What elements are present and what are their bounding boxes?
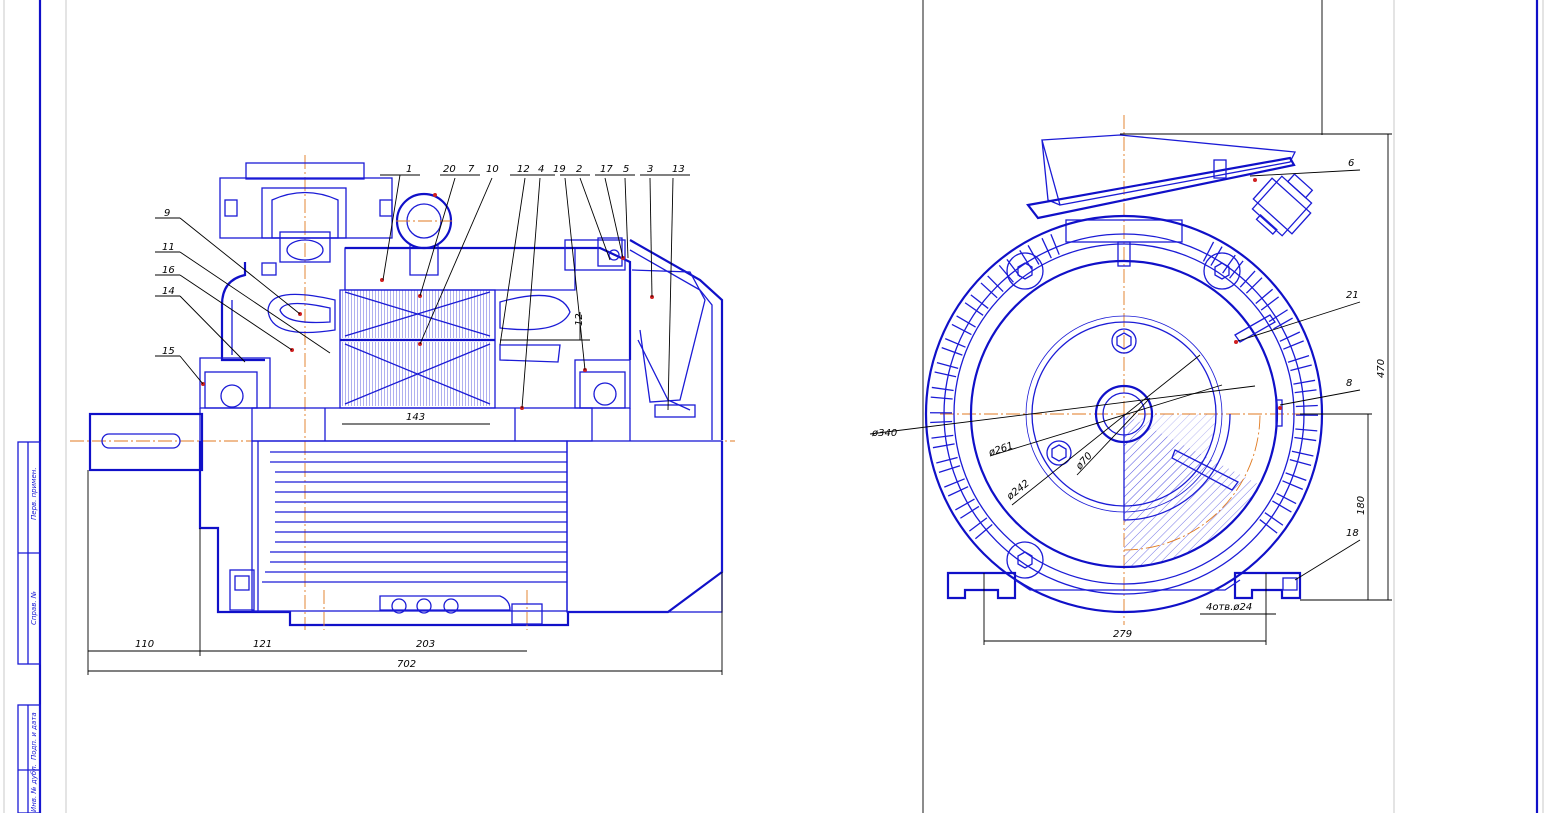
frame-fin bbox=[931, 434, 954, 439]
frame-fin bbox=[951, 323, 972, 336]
frame-fin bbox=[1290, 364, 1312, 372]
frame-fin bbox=[931, 386, 954, 392]
callout-19: 19 bbox=[553, 164, 566, 175]
frame-fin bbox=[1279, 331, 1301, 342]
stamp-sign-date: Подп. и дата bbox=[30, 712, 38, 760]
frame-fin bbox=[1289, 458, 1312, 467]
cable-gland bbox=[1251, 173, 1314, 237]
dim-180: 180 bbox=[1356, 496, 1367, 515]
frame-fin bbox=[1273, 317, 1293, 330]
frame-fin bbox=[1295, 404, 1318, 408]
stamp-ref-no: Справ. № bbox=[30, 591, 38, 625]
frame-fin bbox=[944, 478, 965, 488]
frame-fin bbox=[941, 347, 963, 356]
callout-18: 18 bbox=[1346, 528, 1359, 539]
dim-279: 279 bbox=[1113, 629, 1132, 640]
dim-143: 143 bbox=[406, 412, 425, 423]
lifting-eye bbox=[395, 192, 453, 276]
frame-fin bbox=[1294, 436, 1317, 442]
frame-fin bbox=[1294, 389, 1317, 394]
frame-fin bbox=[1245, 277, 1263, 294]
end-view: 6 21 8 18 ø340 ø261 ø242 ø70 470 180 279… bbox=[869, 115, 1392, 645]
frame-fin bbox=[947, 486, 969, 497]
frame-fin bbox=[1285, 472, 1307, 481]
callout-21: 21 bbox=[1346, 290, 1359, 301]
frame-fin bbox=[930, 420, 953, 424]
callout-6: 6 bbox=[1348, 158, 1354, 169]
frame-fin bbox=[944, 338, 966, 348]
dim-470: 470 bbox=[1376, 359, 1387, 378]
frame-fin bbox=[1041, 237, 1052, 259]
callout-16: 16 bbox=[162, 265, 175, 276]
dim-d261: ø261 bbox=[987, 441, 1015, 460]
frame-fin bbox=[1282, 480, 1304, 490]
callout-12: 12 bbox=[517, 164, 530, 175]
callout-14: 14 bbox=[162, 286, 175, 297]
callout-11: 11 bbox=[162, 242, 175, 253]
dim-d242: ø242 bbox=[1004, 478, 1031, 503]
frame-fin bbox=[1293, 379, 1316, 385]
callout-2: 2 bbox=[576, 164, 582, 175]
motor-assembly-drawing: Перв. примен. Справ. № Подп. и дата Инв.… bbox=[3, 0, 1544, 813]
dim-110: 110 bbox=[135, 639, 154, 650]
dim-d340: ø340 bbox=[871, 428, 897, 439]
frame-fin bbox=[1295, 428, 1318, 432]
dim-702: 702 bbox=[397, 659, 416, 670]
callout-4: 4 bbox=[538, 164, 544, 175]
dim-12: 12 bbox=[574, 313, 585, 326]
frame-fin bbox=[1291, 450, 1314, 457]
callout-9: 9 bbox=[164, 208, 170, 219]
stamp-first-use: Перв. примен. bbox=[30, 467, 38, 520]
frame-fin bbox=[936, 456, 958, 464]
frame-fin bbox=[987, 275, 1004, 293]
cooling-ribs bbox=[262, 451, 567, 583]
callout-13: 13 bbox=[672, 164, 685, 175]
frame-fin bbox=[934, 371, 957, 378]
dim-holes: 4отв.ø24 bbox=[1206, 602, 1252, 613]
frame-fin bbox=[930, 396, 953, 400]
frame-fin bbox=[932, 443, 955, 449]
callout-1: 1 bbox=[406, 164, 412, 175]
dim-121: 121 bbox=[253, 639, 272, 650]
frame-fin bbox=[1276, 492, 1297, 505]
callout-3: 3 bbox=[647, 164, 653, 175]
frame-fin bbox=[1287, 355, 1310, 363]
side-view: 1 20 7 10 12 4 19 2 17 5 3 13 9 11 16 14… bbox=[70, 155, 735, 675]
callout-20: 20 bbox=[443, 164, 456, 175]
left-stamp-block: Перв. примен. Справ. № Подп. и дата Инв.… bbox=[17, 441, 41, 813]
callout-7: 7 bbox=[468, 164, 475, 175]
callout-8: 8 bbox=[1346, 378, 1352, 389]
frame-fin bbox=[936, 361, 959, 370]
frame-fin bbox=[938, 465, 961, 473]
dim-203: 203 bbox=[416, 639, 435, 650]
frame-fin bbox=[955, 498, 975, 511]
callout-15: 15 bbox=[162, 346, 175, 357]
frame-fin bbox=[1283, 340, 1304, 350]
frame-fin bbox=[1050, 234, 1060, 255]
callout-10: 10 bbox=[486, 164, 499, 175]
callout-5: 5 bbox=[623, 164, 629, 175]
callout-17: 17 bbox=[600, 164, 613, 175]
stamp-dup-inv: Инв. № дубл. bbox=[30, 764, 38, 812]
